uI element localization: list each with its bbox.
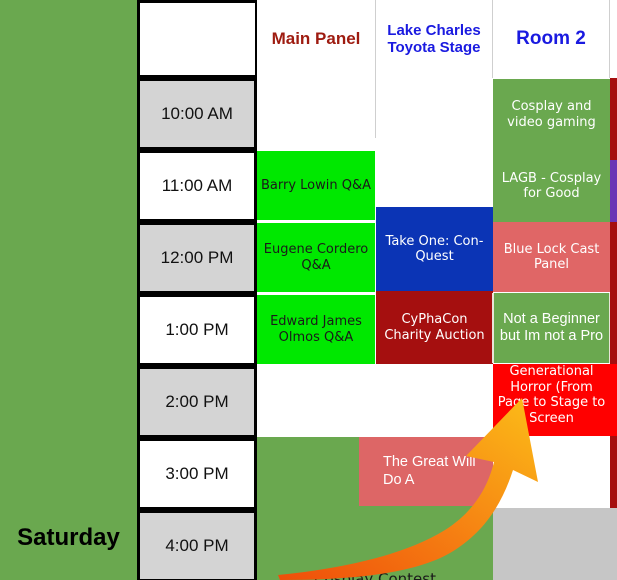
event-title: Eugene Cordero Q&A (263, 242, 369, 273)
column-header-main-panel-label: Main Panel (271, 29, 361, 49)
event-title: Barry Lowin Q&A (260, 177, 372, 193)
time-cell-10am: 10:00 AM (137, 78, 257, 150)
time-label: 1:00 PM (165, 320, 229, 339)
time-label: 11:00 AM (161, 176, 233, 195)
empty-cell-room2-3pm (493, 436, 610, 508)
time-cell-3pm: 3:00 PM (137, 438, 257, 510)
day-label: Saturday (17, 524, 120, 551)
column-header-room-2[interactable]: Room 2 (493, 0, 610, 78)
time-cell-2pm: 2:00 PM (137, 366, 257, 438)
time-cell-1pm: 1:00 PM (137, 294, 257, 366)
time-label: 3:00 PM (165, 464, 229, 483)
event-barry-lowin-qa[interactable]: Barry Lowin Q&A (257, 151, 375, 220)
time-label: 12:00 PM (160, 248, 234, 267)
time-label: 10:00 AM (161, 104, 233, 123)
column-header-lake-charles-toyota-stage[interactable]: Lake Charles Toyota Stage (376, 0, 493, 78)
column-header-main-panel[interactable]: Main Panel (257, 0, 376, 78)
time-cell-12pm: 12:00 PM (137, 222, 257, 294)
time-label: 4:00 PM (165, 536, 229, 555)
event-the-great-will-do-a[interactable]: The Great Will Do A (359, 437, 499, 506)
partial-next-column-segment (610, 364, 617, 436)
event-title: LAGB - Cosplay for Good (501, 170, 602, 201)
event-edward-james-olmos-qa[interactable]: Edward James Olmos Q&A (257, 295, 375, 364)
event-title: Generational Horror (From Page to Stage … (497, 364, 606, 426)
empty-cell-room2-4pm (493, 508, 610, 580)
event-blue-lock-cast-panel[interactable]: Blue Lock Cast Panel (493, 222, 610, 292)
event-title: Cosplay and video gaming (507, 99, 596, 130)
schedule-grid: Main Panel Lake Charles Toyota Stage Roo… (137, 0, 617, 580)
event-title: Not a Beginner but Im not a Pro (499, 310, 604, 344)
partial-next-column-segment (610, 508, 617, 580)
event-title: Cosplay Contest (314, 570, 436, 580)
event-eugene-cordero-qa[interactable]: Eugene Cordero Q&A (257, 223, 375, 292)
event-generational-horror[interactable]: Generational Horror (From Page to Stage … (493, 364, 610, 436)
event-not-a-beginner-but-im-not-a-pro[interactable]: Not a Beginner but Im not a Pro (492, 293, 611, 363)
time-cell-4pm: 4:00 PM (137, 510, 257, 580)
event-title: Blue Lock Cast Panel (503, 241, 600, 272)
event-cosplay-and-video-gaming[interactable]: Cosplay and video gaming (493, 79, 610, 150)
time-cell-11am: 11:00 AM (137, 150, 257, 222)
time-label: 2:00 PM (165, 392, 229, 411)
event-take-one-con-quest[interactable]: Take One: Con-Quest (376, 207, 493, 291)
grid-corner-cell (137, 0, 257, 78)
column-header-lake-charles-toyota-stage-label: Lake Charles Toyota Stage (387, 21, 481, 56)
partial-next-column-segment (610, 436, 617, 508)
event-cyphacon-charity-auction[interactable]: CyPhaCon Charity Auction (376, 291, 493, 364)
day-panel-saturday: Saturday (0, 0, 137, 580)
event-title: The Great Will Do A (383, 454, 476, 488)
event-lagb-cosplay-for-good[interactable]: LAGB - Cosplay for Good (493, 150, 610, 222)
partial-next-column-segment (610, 222, 617, 364)
schedule-screenshot: Saturday Main Panel Lake Charles Toyota … (0, 0, 617, 580)
column-header-partial-next (610, 0, 617, 78)
event-title: Edward James Olmos Q&A (270, 314, 362, 345)
partial-next-column-segment (610, 78, 617, 160)
column-divider (375, 78, 376, 138)
partial-next-column-segment (610, 160, 617, 222)
event-title: Take One: Con-Quest (385, 233, 484, 264)
event-title: CyPhaCon Charity Auction (384, 312, 485, 343)
column-header-room-2-label: Room 2 (516, 28, 586, 50)
